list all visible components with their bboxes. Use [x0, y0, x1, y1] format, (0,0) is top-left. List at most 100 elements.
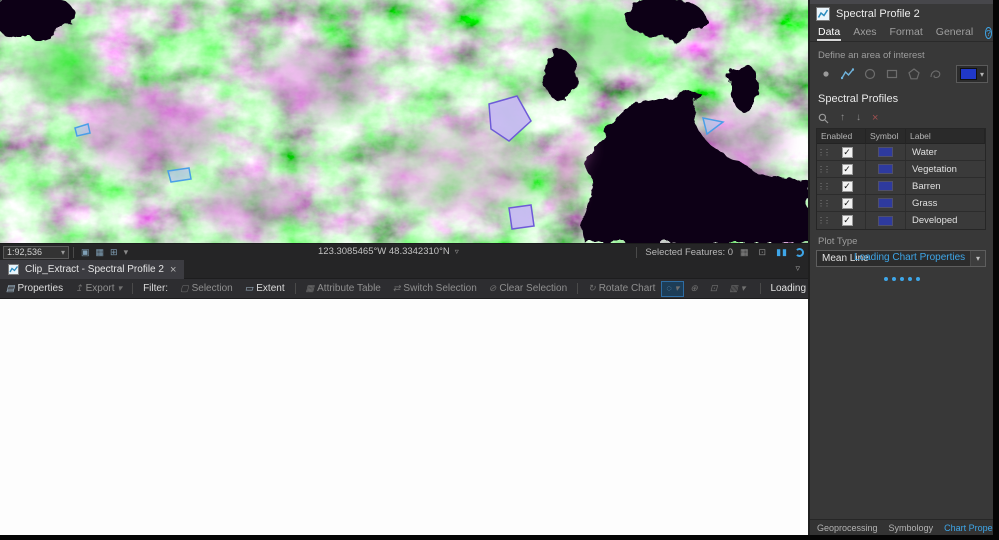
- full-extent-button[interactable]: ⊡: [704, 279, 724, 298]
- chart-icon: [816, 7, 830, 21]
- symbol-swatch[interactable]: [878, 215, 893, 226]
- divider: [132, 283, 134, 294]
- enabled-checkbox[interactable]: ✓: [841, 215, 853, 226]
- table-row[interactable]: ⋮⋮ ✓ Grass: [817, 195, 985, 212]
- profile-label: Vegetation: [912, 163, 957, 175]
- freehand-icon: [930, 70, 941, 79]
- move-up-icon[interactable]: ↑: [840, 113, 845, 123]
- filter-extent-button[interactable]: ▭ Extent: [239, 279, 291, 298]
- map-view[interactable]: [0, 0, 810, 243]
- map-statusbar: 1:92,536 ▾ ▣ ▦ ⊞ ▾ 123.3085465°W 48.3342…: [0, 243, 810, 260]
- table-row[interactable]: ⋮⋮ ✓ Water: [817, 144, 985, 161]
- plot-type-dropdown[interactable]: Mean Line ▾: [816, 250, 986, 267]
- selected-features-count: Selected Features: 0: [645, 246, 734, 258]
- spectral-profiles-table: Enabled Symbol Label ⋮⋮ ✓ Water ⋮⋮ ✓ Veg…: [816, 128, 986, 230]
- help-icon[interactable]: ?: [985, 26, 992, 39]
- divider: [294, 283, 296, 294]
- grip-icon[interactable]: ⋮⋮: [817, 182, 831, 191]
- polygon-icon: [907, 68, 920, 80]
- pane-tabs: Data Axes Format General ?: [810, 24, 993, 42]
- chart-selection-tool-button[interactable]: ◌ ▾: [661, 280, 685, 297]
- table-row[interactable]: ⋮⋮ ✓ Vegetation: [817, 161, 985, 178]
- profile-label: Developed: [912, 215, 958, 226]
- table-row[interactable]: ⋮⋮ ✓ Barren: [817, 178, 985, 195]
- statusbar-right-group: Selected Features: 0 ▦ ⊡ ▮▮: [632, 246, 810, 258]
- properties-icon: ▤: [6, 283, 15, 293]
- loading-dots-animation: [810, 273, 993, 284]
- pan-tool-icon[interactable]: ⊞: [110, 247, 118, 257]
- refresh-spinner-icon[interactable]: [795, 247, 804, 257]
- grip-icon[interactable]: ⋮⋮: [817, 199, 831, 208]
- filter-selection-button[interactable]: ▢ Selection: [174, 279, 239, 298]
- polygon-tool-button[interactable]: [904, 65, 923, 84]
- profile-line-icon: [841, 68, 854, 80]
- chart-canvas[interactable]: [0, 299, 810, 535]
- coordinate-readout[interactable]: 123.3085465°W 48.3342310°N ▿: [318, 246, 459, 257]
- move-down-icon[interactable]: ↓: [856, 113, 861, 123]
- aoi-color-picker[interactable]: ▾: [956, 65, 989, 83]
- chart-options-button[interactable]: ▥ ▾: [723, 284, 751, 293]
- rectangle-tool-button[interactable]: [882, 65, 901, 84]
- chevron-down-icon: ▾: [970, 251, 985, 266]
- tab-axes[interactable]: Axes: [852, 24, 877, 41]
- symbol-swatch[interactable]: [878, 181, 893, 191]
- tab-data[interactable]: Data: [817, 24, 841, 41]
- enabled-checkbox[interactable]: ✓: [841, 163, 853, 175]
- nav-dropdown-icon[interactable]: ▾: [124, 247, 129, 257]
- grip-icon[interactable]: ⋮⋮: [817, 216, 831, 225]
- arcgis-pro-window: 1:92,536 ▾ ▣ ▦ ⊞ ▾ 123.3085465°W 48.3342…: [0, 0, 999, 540]
- symbol-swatch[interactable]: [878, 164, 893, 174]
- profiles-toolbar: ↑ ↓ ×: [818, 111, 878, 125]
- properties-button[interactable]: ▤ Properties: [0, 279, 69, 298]
- symbol-swatch[interactable]: [878, 198, 893, 208]
- clear-selection-button[interactable]: ⊘ Clear Selection: [483, 279, 573, 298]
- aoi-toolbar: ▾: [816, 63, 989, 85]
- attribute-table-icon[interactable]: ▦: [740, 247, 749, 257]
- expand-icon: ⊡: [709, 283, 718, 293]
- panel-menu-icon: ▥: [729, 283, 738, 293]
- pane-title-row: Spectral Profile 2: [816, 5, 920, 23]
- profile-label: Water: [912, 146, 937, 158]
- map-scale-combo[interactable]: 1:92,536 ▾: [3, 245, 69, 259]
- dock-tab-geoprocessing[interactable]: Geoprocessing: [817, 523, 878, 533]
- freehand-tool-button[interactable]: [926, 65, 945, 84]
- extent-icon: ▭: [244, 283, 254, 293]
- symbol-swatch[interactable]: [878, 147, 893, 157]
- chevron-down-icon: ▾: [674, 283, 680, 293]
- grid-icon[interactable]: ▦: [96, 247, 105, 257]
- close-icon[interactable]: ×: [170, 264, 176, 276]
- grip-icon[interactable]: ⋮⋮: [817, 148, 831, 157]
- pause-drawing-icon[interactable]: ▮▮: [776, 247, 788, 257]
- search-icon[interactable]: [818, 113, 829, 124]
- point-icon: [822, 71, 829, 77]
- dock-tab-symbology[interactable]: Symbology: [889, 523, 934, 533]
- circle-icon: [864, 68, 875, 80]
- rotate-chart-button[interactable]: ↻ Rotate Chart: [582, 279, 661, 298]
- switch-selection-button[interactable]: ⇄ Switch Selection: [387, 279, 483, 298]
- grip-icon[interactable]: ⋮⋮: [817, 165, 831, 174]
- dock-tab-chart-properties[interactable]: Chart Properties: [944, 523, 999, 533]
- export-button[interactable]: ↥ Export ▾: [69, 279, 128, 298]
- tab-general[interactable]: General: [935, 24, 974, 41]
- attribute-table-button[interactable]: ▦ Attribute Table: [300, 279, 387, 298]
- filter-label: Filter:: [143, 283, 169, 294]
- circle-tool-button[interactable]: [860, 65, 879, 84]
- spectral-profiles-heading: Spectral Profiles: [818, 93, 899, 105]
- chart-view-tab[interactable]: Clip_Extract - Spectral Profile 2 ×: [0, 260, 185, 279]
- tab-format[interactable]: Format: [889, 24, 924, 41]
- table-row[interactable]: ⋮⋮ ✓ Developed: [817, 212, 985, 229]
- point-tool-button[interactable]: [816, 65, 835, 84]
- enabled-checkbox[interactable]: ✓: [841, 197, 853, 209]
- rotate-chart-icon: ↻: [588, 283, 596, 293]
- enabled-checkbox[interactable]: ✓: [841, 146, 853, 158]
- snapping-icon[interactable]: ▣: [81, 247, 90, 257]
- layout-icon[interactable]: ⊡: [759, 247, 767, 257]
- zoom-mode-button[interactable]: ⊕: [684, 279, 704, 298]
- collapse-chevron-icon[interactable]: ▿: [795, 263, 800, 274]
- profile-line-tool-button[interactable]: [838, 65, 857, 84]
- aoi-section-label: Define an area of interest: [818, 50, 925, 61]
- divider: [73, 246, 74, 258]
- chevron-down-icon: ▾: [740, 283, 746, 293]
- enabled-checkbox[interactable]: ✓: [841, 180, 853, 192]
- delete-profile-icon[interactable]: ×: [872, 112, 878, 124]
